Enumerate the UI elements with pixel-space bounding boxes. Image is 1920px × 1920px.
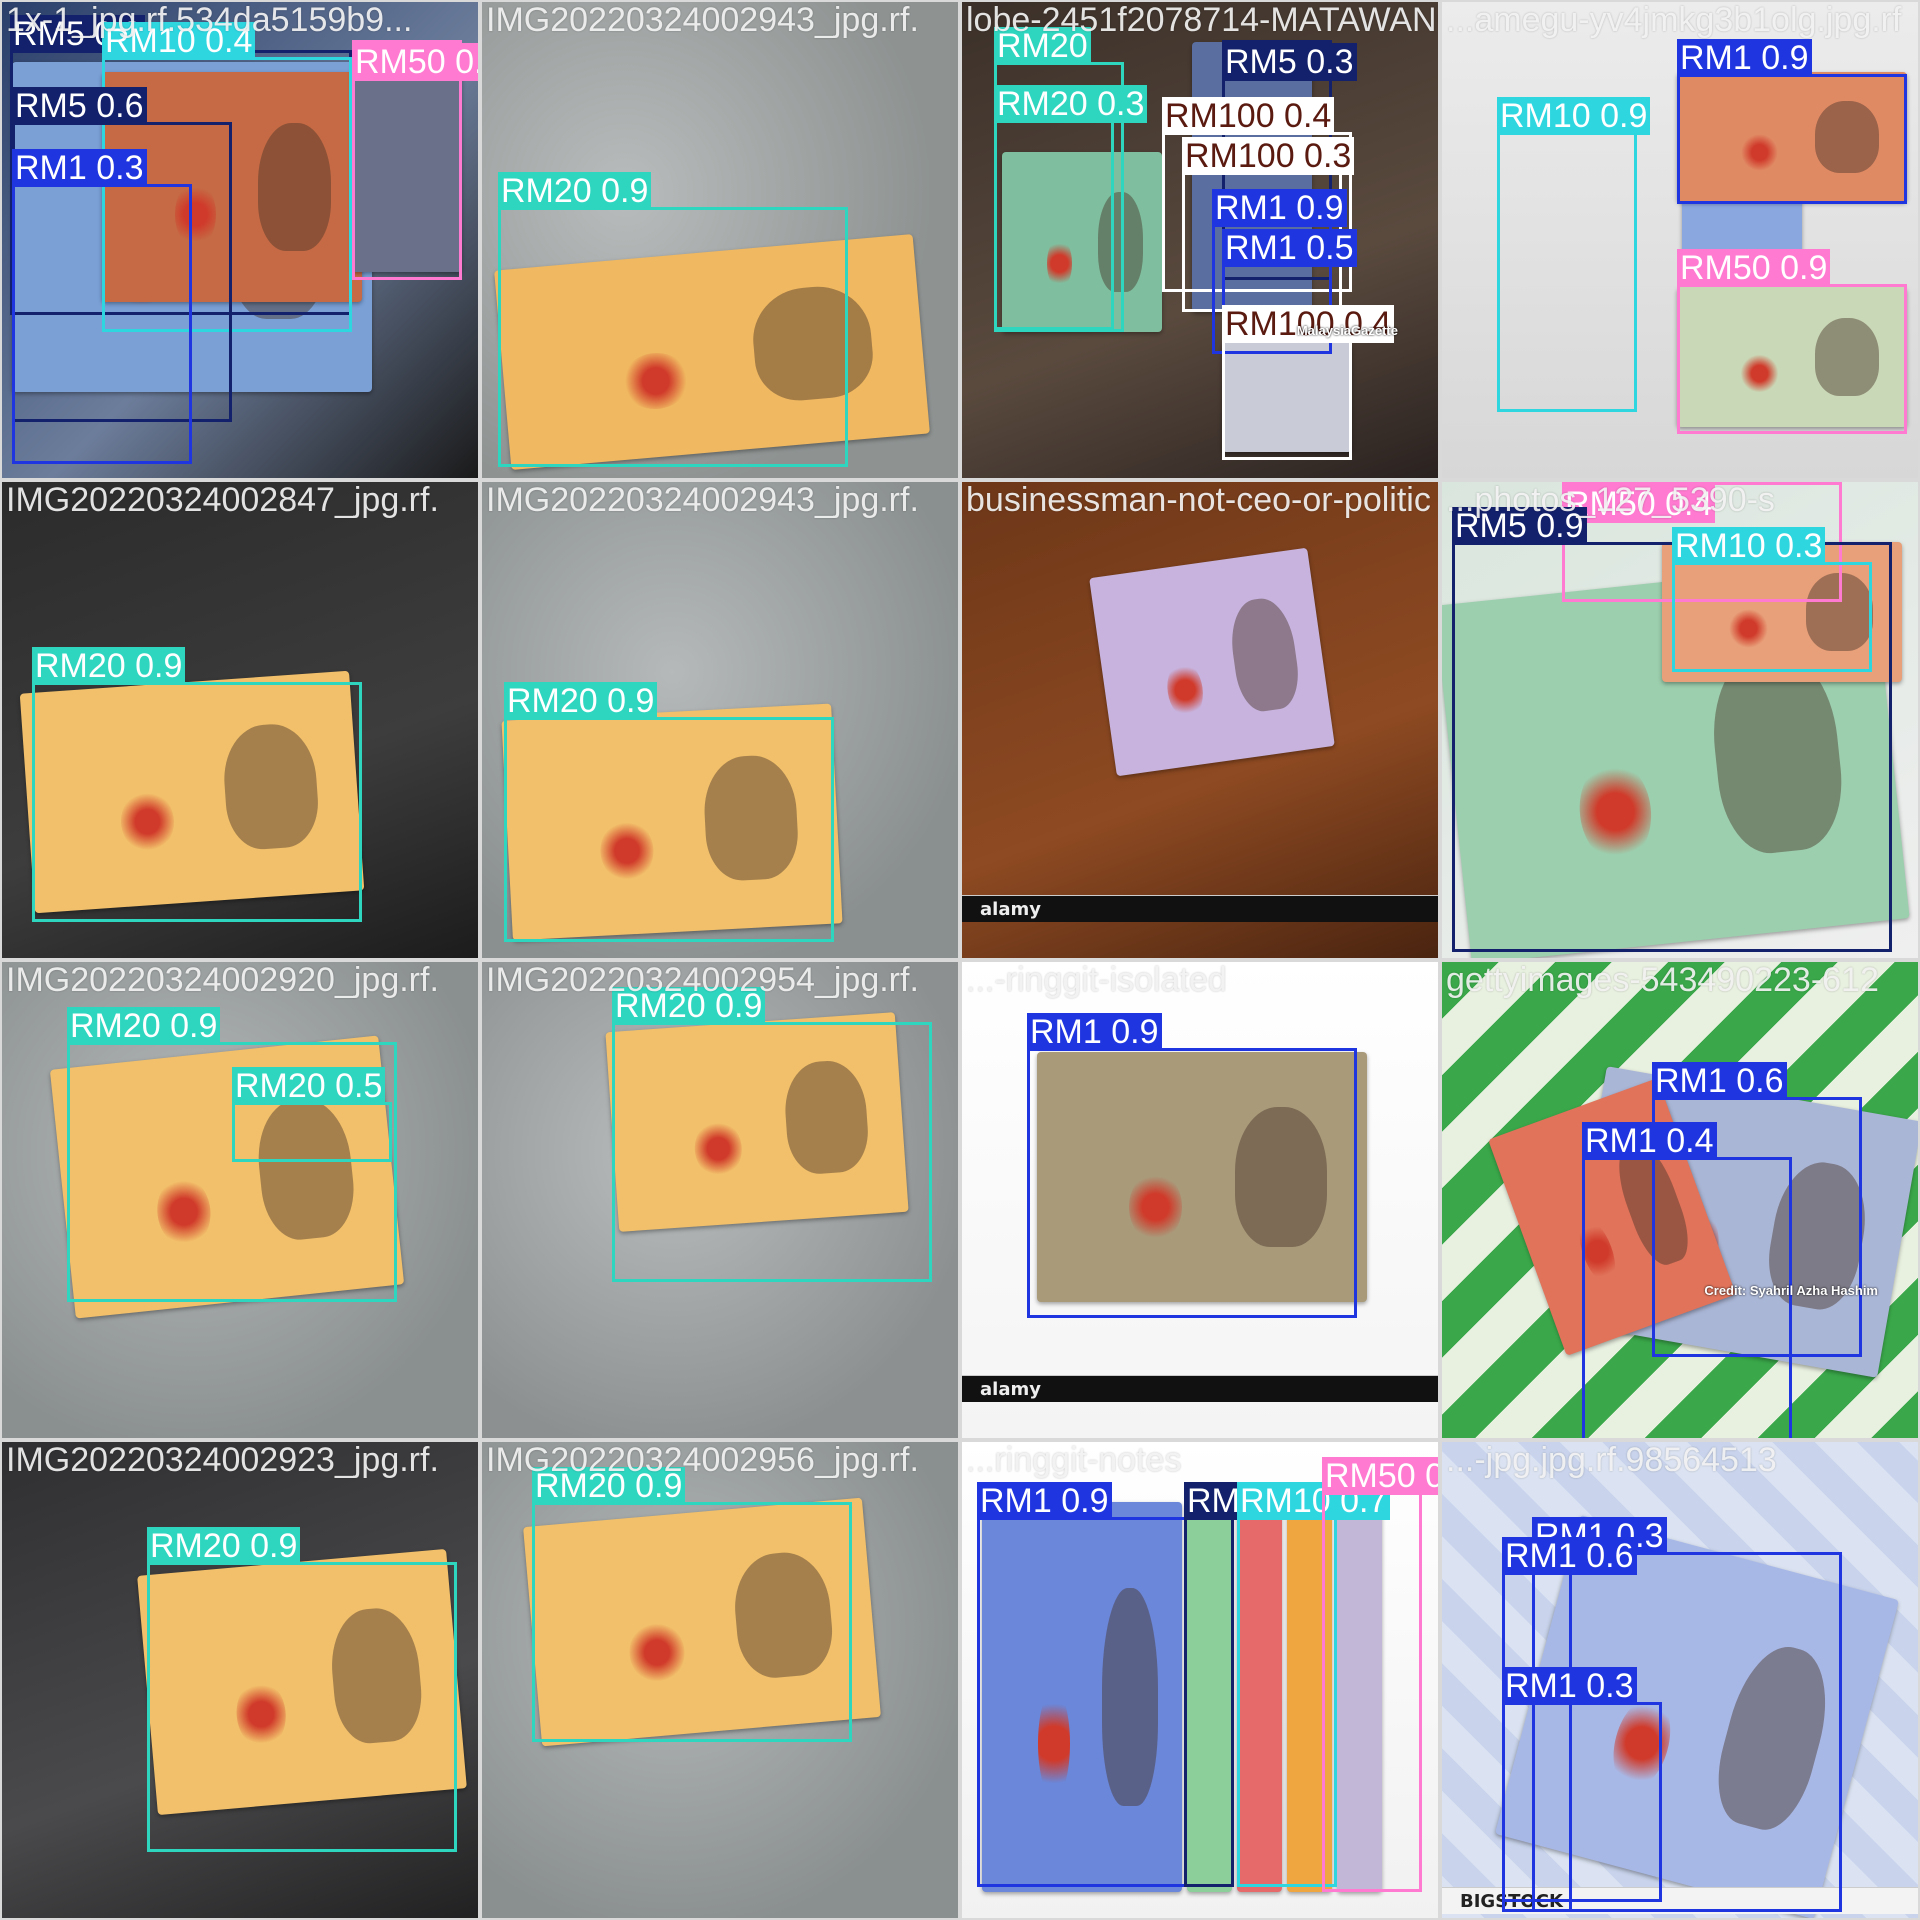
- detection-label: RM5 0.3: [1222, 43, 1357, 81]
- image-caption: Credit: Syahril Azha Hashim: [1704, 1283, 1878, 1298]
- watermark-text: alamy: [980, 1379, 1041, 1400]
- detection-label: RM10 0.4: [102, 22, 256, 60]
- portrait-shape: [1226, 594, 1303, 715]
- detection-label: RM1 0.9: [1677, 39, 1812, 77]
- detection-label: RM50 0.9: [1677, 249, 1831, 287]
- detection-box[interactable]: RM1 0.9: [1677, 39, 1907, 204]
- detection-box[interactable]: RM20 0.9: [612, 987, 932, 1282]
- detection-label: RM100 0.4: [1162, 97, 1335, 135]
- detection-label: RM1 0.9: [1212, 189, 1347, 227]
- detection-box[interactable]: RM1 0.3: [1502, 1667, 1662, 1902]
- mosaic-tile[interactable]: Credit: Syahril Azha Hashim RM1 0.6 RM1 0.…: [1440, 960, 1920, 1440]
- detection-label: RM50 0.3: [1322, 1457, 1438, 1495]
- detection-label: RM20 0.9: [498, 172, 652, 210]
- detection-box[interactable]: RM20 0.9: [532, 1467, 852, 1742]
- detection-box[interactable]: RM20 0.9: [504, 682, 834, 942]
- mosaic-tile[interactable]: alamy businessman-not-ceo-or-politic: [960, 480, 1440, 960]
- watermark-strip: alamy: [962, 895, 1438, 922]
- detection-box[interactable]: RM20 0.9: [147, 1527, 457, 1852]
- detection-label: RM5 0.6: [12, 87, 147, 125]
- detection-label: RM1 0.3: [1502, 1667, 1637, 1705]
- detection-label: RM1 0.6: [1502, 1537, 1637, 1575]
- detection-box[interactable]: RM1 0.3: [12, 149, 192, 464]
- detection-label: RM1 0.9: [977, 1482, 1112, 1520]
- mosaic-tile[interactable]: RM20 0.9 RM20 0.5 IMG20220324002920_jpg.rf…: [0, 960, 480, 1440]
- detection-label: RM100 0.3: [1182, 137, 1355, 175]
- detection-box[interactable]: RM1 0.4: [1582, 1122, 1792, 1438]
- detection-box[interactable]: RM100 0.4: [1222, 305, 1395, 460]
- banknote: [1089, 547, 1335, 777]
- detection-box[interactable]: RM1 0.9: [977, 1482, 1187, 1887]
- detection-label: RM20 0.9: [504, 682, 658, 720]
- detection-box[interactable]: RM10 0.9: [1497, 97, 1651, 412]
- detection-box[interactable]: RM20 0.9: [498, 172, 848, 467]
- detection-label: RM20 0.5: [232, 1067, 386, 1105]
- detection-box[interactable]: RM20 0.5: [232, 1067, 392, 1162]
- detection-label: RM1 0.9: [1027, 1013, 1162, 1051]
- detection-label: RM20 0.3: [994, 85, 1148, 123]
- image-caption: MalaysiaGazette: [1296, 323, 1398, 338]
- mosaic-tile[interactable]: BIGSTOCK RM1 0.3 RM1 0.6 RM1 0.3 ...-jpg.jpg…: [1440, 1440, 1920, 1920]
- mosaic-tile[interactable]: RM20 0.9 IMG20220324002943_jpg.rf.: [480, 480, 960, 960]
- detection-label: RM10 0.3: [1672, 527, 1826, 565]
- detection-label: RM1 0.4: [1582, 1122, 1717, 1160]
- detection-label: RM10 0.9: [1497, 97, 1651, 135]
- mosaic-tile[interactable]: RM20 0.9 IMG20220324002954_jpg.rf.: [480, 960, 960, 1440]
- detection-label: RM1 0.5: [1222, 229, 1357, 267]
- mosaic-tile[interactable]: MalaysiaGazette RM5 0.3 RM20 RM20 0.3 RM100 …: [960, 0, 1440, 480]
- mosaic-tile[interactable]: RM5 0.3RM10 0.4RM50 0.3RM5 0.6RM1 0.31x-…: [0, 0, 480, 480]
- tile-photo: [962, 482, 1438, 958]
- detection-label: RM50 0.3: [352, 43, 478, 81]
- mosaic-tile[interactable]: alamy RM1 0.9 ...-ringgit-isolated: [960, 960, 1440, 1440]
- mosaic-tile[interactable]: RM20 0.9 IMG20220324002847_jpg.rf.: [0, 480, 480, 960]
- detection-box[interactable]: RM: [1184, 1482, 1243, 1887]
- detection-box[interactable]: RM1 0.9: [1027, 1013, 1357, 1318]
- mosaic-tile[interactable]: RM1 0.9RMRM10 0.7RM50 0.3...ringgit-note…: [960, 1440, 1440, 1920]
- detection-label: RM20 0.9: [147, 1527, 301, 1565]
- detection-label: RM20 0.9: [32, 647, 186, 685]
- detection-box[interactable]: RM10 0.3: [1672, 527, 1872, 672]
- detection-label: RM20 0.9: [67, 1007, 221, 1045]
- hibiscus-shape: [1163, 659, 1207, 721]
- detection-label: RM20 0.9: [532, 1467, 686, 1505]
- detection-label: RM: [1184, 1482, 1243, 1520]
- mosaic-tile[interactable]: RM20 0.9 IMG20220324002943_jpg.rf.: [480, 0, 960, 480]
- watermark-text: alamy: [980, 899, 1041, 920]
- detection-box[interactable]: RM50 0.3: [1322, 1457, 1438, 1892]
- watermark-strip: alamy: [962, 1375, 1438, 1402]
- mosaic-tile[interactable]: RM20 0.9 IMG20220324002923_jpg.rf.: [0, 1440, 480, 1920]
- detection-box[interactable]: RM20 0.3: [994, 85, 1148, 330]
- detection-box[interactable]: RM50 0.9: [1677, 249, 1907, 434]
- detection-box[interactable]: RM50 0.3: [352, 40, 478, 280]
- prediction-mosaic: RM5 0.3RM10 0.4RM50 0.3RM5 0.6RM1 0.31x-…: [0, 0, 1920, 1920]
- detection-label: RM1 0.3: [12, 149, 147, 187]
- mosaic-tile[interactable]: RM50 0.4 RM5 0.9 RM10 0.3 ...photos_127_539…: [1440, 480, 1920, 960]
- detection-label: RM20 0.9: [612, 987, 766, 1025]
- detection-label: RM20: [994, 27, 1091, 65]
- mosaic-tile[interactable]: RM20 0.9 IMG20220324002956_jpg.rf.: [480, 1440, 960, 1920]
- detection-label: RM1 0.6: [1652, 1062, 1787, 1100]
- mosaic-tile[interactable]: RM10 0.9 RM1 0.9 RM50 0.9 ...amegu-yv4jmkg3…: [1440, 0, 1920, 480]
- detection-box[interactable]: RM20 0.9: [32, 647, 362, 922]
- detection-label: RM5 0.9: [1452, 507, 1587, 545]
